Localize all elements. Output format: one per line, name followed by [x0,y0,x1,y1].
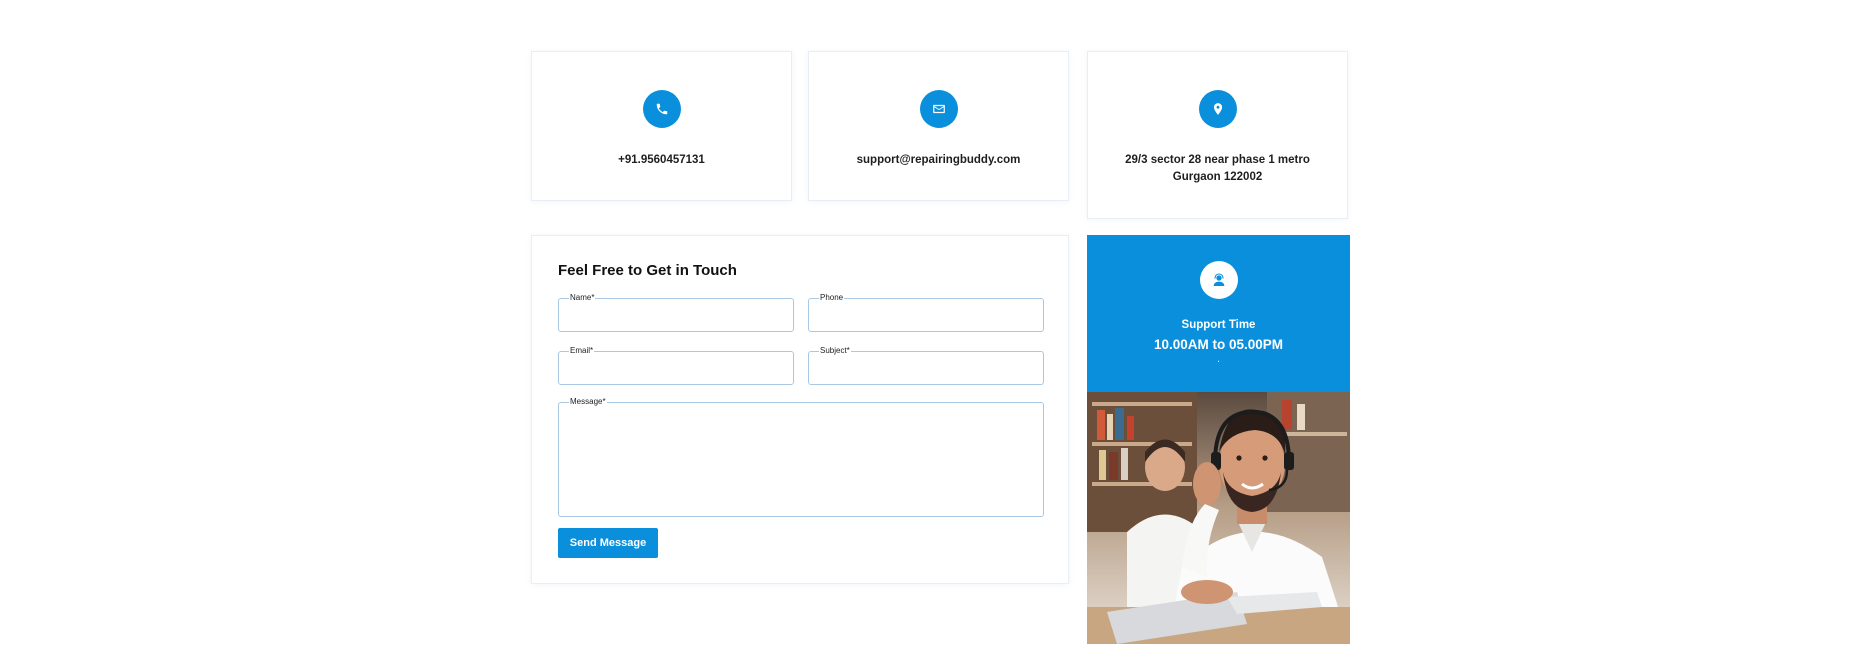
form-title: Feel Free to Get in Touch [558,262,737,279]
email-label: Email* [569,346,595,356]
support-dot: . [1216,353,1221,365]
location-pin-icon [1198,90,1237,128]
address-card: 29/3 sector 28 near phase 1 metro Gurgao… [1087,51,1348,219]
email-card: support@repairingbuddy.com [808,51,1069,201]
address-line-1: 29/3 sector 28 near phase 1 metro [1125,154,1310,166]
support-agent-icon [1199,261,1238,299]
phone-field[interactable]: Phone [808,293,1044,332]
name-input[interactable] [559,299,793,331]
support-agent-photo [1087,392,1350,644]
phone-input[interactable] [809,299,1043,331]
phone-number: +91.9560457131 [618,154,705,166]
email-input[interactable] [559,352,793,384]
send-message-button[interactable]: Send Message [558,528,658,558]
subject-field[interactable]: Subject* [808,346,1044,385]
subject-input[interactable] [809,352,1043,384]
support-time-panel: Support Time 10.00AM to 05.00PM . [1087,235,1350,392]
phone-label: Phone [819,293,845,303]
phone-card: +91.9560457131 [531,51,792,201]
contact-form: Feel Free to Get in Touch Name* Phone Em… [531,235,1069,584]
address-text: 29/3 sector 28 near phase 1 metro Gurgao… [1088,152,1347,186]
address-line-2: Gurgaon 122002 [1172,171,1263,183]
email-field[interactable]: Email* [558,346,794,385]
message-textarea[interactable] [559,403,1043,516]
name-field[interactable]: Name* [558,293,794,332]
message-field[interactable]: Message* [558,397,1044,517]
support-hours: 10.00AM to 05.00PM [1153,337,1284,352]
subject-label: Subject* [819,346,851,356]
phone-icon [642,90,681,128]
mail-icon [919,90,958,128]
name-label: Name* [569,293,596,303]
email-address: support@repairingbuddy.com [856,154,1021,166]
support-title: Support Time [1181,319,1256,331]
message-label: Message* [569,397,607,407]
